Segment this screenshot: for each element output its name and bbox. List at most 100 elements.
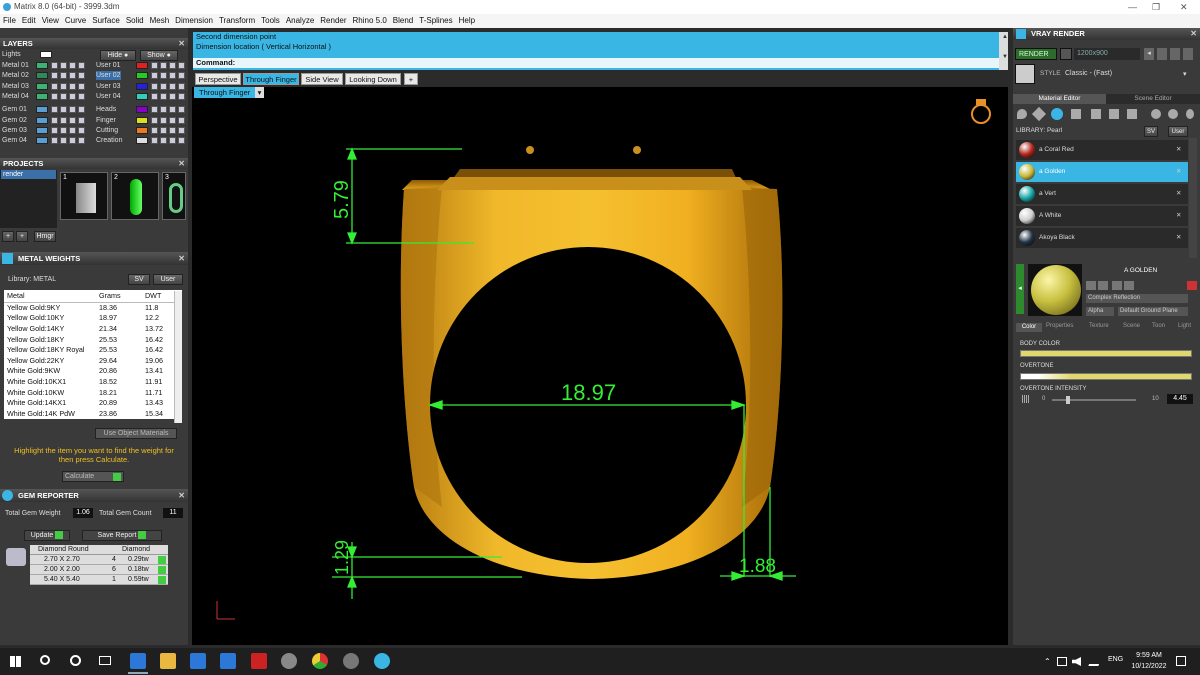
- tab-side-view[interactable]: Side View: [301, 73, 343, 85]
- tab-properties[interactable]: Properties: [1046, 323, 1073, 329]
- visibility-icon[interactable]: [169, 137, 176, 145]
- lock-icon[interactable]: [160, 116, 167, 124]
- sv-button[interactable]: SV: [1144, 126, 1158, 137]
- visibility-icon[interactable]: [78, 62, 85, 69]
- tab-material-editor[interactable]: Material Editor: [1013, 94, 1106, 104]
- camera-icon[interactable]: [1060, 48, 1072, 60]
- add-tab-button[interactable]: +: [404, 73, 418, 85]
- close-icon[interactable]: ✕: [1190, 28, 1197, 40]
- hide-button[interactable]: Hide ●: [100, 50, 136, 61]
- project-thumb-1[interactable]: 1: [60, 172, 108, 220]
- table-row[interactable]: Yellow Gold:9KY 18.36 11.8: [4, 302, 182, 313]
- visibility-icon[interactable]: [178, 92, 185, 100]
- layer-name[interactable]: Creation: [96, 136, 122, 145]
- intensity-slider[interactable]: [1052, 399, 1136, 401]
- tab-scene-editor[interactable]: Scene Editor: [1106, 94, 1200, 104]
- menu-tools[interactable]: Tools: [258, 14, 283, 28]
- lock-icon[interactable]: [60, 82, 67, 90]
- lock-icon[interactable]: [160, 72, 167, 80]
- sv-button[interactable]: SV: [128, 274, 150, 285]
- table-row[interactable]: White Gold:14K PdW 23.86 15.34: [4, 408, 182, 419]
- grid-icon[interactable]: [1183, 48, 1193, 60]
- visibility-icon[interactable]: [169, 72, 176, 80]
- lock-icon[interactable]: [51, 62, 58, 69]
- search-icon[interactable]: [40, 655, 50, 665]
- visibility-icon[interactable]: [69, 137, 76, 145]
- layer-name[interactable]: User 03: [96, 82, 121, 91]
- menu-edit[interactable]: Edit: [19, 14, 39, 28]
- tab-scene[interactable]: Scene: [1123, 323, 1140, 329]
- lock-icon[interactable]: [151, 72, 158, 80]
- close-icon[interactable]: ✕: [178, 489, 185, 502]
- app-icon[interactable]: [251, 653, 267, 669]
- visibility-icon[interactable]: [69, 62, 76, 69]
- copy-icon[interactable]: [1098, 281, 1108, 290]
- visibility-icon[interactable]: [169, 106, 176, 114]
- lock-icon[interactable]: [151, 126, 158, 134]
- material-item[interactable]: Akoya Black ✕: [1016, 228, 1188, 248]
- lock-icon[interactable]: [151, 82, 158, 90]
- menu-curve[interactable]: Curve: [62, 14, 89, 28]
- edge-icon[interactable]: [130, 653, 146, 669]
- layer-color-swatch[interactable]: [136, 82, 148, 90]
- visibility-icon[interactable]: [69, 92, 76, 100]
- visibility-icon[interactable]: [69, 116, 76, 124]
- lock-icon[interactable]: [160, 62, 167, 69]
- layer-color-swatch[interactable]: [136, 126, 148, 134]
- visibility-icon[interactable]: [169, 116, 176, 124]
- menu-rhino[interactable]: Rhino 5.0: [350, 14, 390, 28]
- layer-name[interactable]: Cutting: [96, 126, 118, 135]
- visibility-icon[interactable]: [78, 126, 85, 134]
- pearl-icon[interactable]: [1051, 108, 1063, 120]
- box-icon[interactable]: [1071, 109, 1081, 119]
- layer-name[interactable]: Gem 02: [2, 116, 27, 125]
- table-row[interactable]: Yellow Gold:22KY 29.64 19.06: [4, 355, 182, 366]
- render-button[interactable]: RENDER: [1015, 48, 1057, 60]
- task-view-icon[interactable]: [99, 656, 111, 665]
- collapse-icon[interactable]: ◂: [1016, 264, 1024, 314]
- lock-icon[interactable]: [151, 137, 158, 145]
- edit-icon[interactable]: [1086, 281, 1096, 290]
- project-thumb-3[interactable]: 3: [162, 172, 186, 220]
- layer-name[interactable]: User 04: [96, 92, 121, 101]
- chrome-icon[interactable]: [312, 653, 328, 669]
- layer-lights[interactable]: Lights: [2, 50, 21, 59]
- settings-icon[interactable]: [1170, 48, 1180, 60]
- project-item[interactable]: render: [1, 170, 56, 179]
- render-size[interactable]: 1200x900: [1074, 48, 1140, 60]
- visibility-icon[interactable]: [178, 126, 185, 134]
- save-report-button[interactable]: Save Report: [82, 530, 162, 541]
- material-item[interactable]: a Vert ✕: [1016, 184, 1188, 204]
- tab-perspective[interactable]: Perspective: [195, 73, 241, 85]
- rhino-icon[interactable]: [281, 653, 297, 669]
- close-button[interactable]: ✕: [1180, 0, 1188, 14]
- lock-icon[interactable]: [60, 137, 67, 145]
- play-icon[interactable]: [158, 566, 166, 574]
- visibility-icon[interactable]: [78, 72, 85, 80]
- undo-icon[interactable]: [1124, 281, 1134, 290]
- layer-color-swatch[interactable]: [136, 72, 148, 80]
- close-icon[interactable]: ✕: [178, 38, 185, 49]
- lock-icon[interactable]: [51, 82, 58, 90]
- column-header[interactable]: Grams: [96, 290, 142, 303]
- table-row[interactable]: Yellow Gold:18KY Royal 25.53 16.42: [4, 344, 182, 355]
- menu-solid[interactable]: Solid: [123, 14, 147, 28]
- reset-icon[interactable]: [1187, 281, 1197, 290]
- settings-gear-icon[interactable]: [343, 653, 359, 669]
- save-icon[interactable]: [1157, 48, 1167, 60]
- lock-icon[interactable]: [60, 126, 67, 134]
- table-row[interactable]: Yellow Gold:14KY 21.34 13.72: [4, 323, 182, 334]
- layer-name[interactable]: Metal 02: [2, 71, 29, 80]
- table-row[interactable]: Yellow Gold:18KY 25.53 16.42: [4, 334, 182, 345]
- show-button[interactable]: Show ●: [140, 50, 178, 61]
- visibility-icon[interactable]: [178, 116, 185, 124]
- close-icon[interactable]: ✕: [178, 158, 185, 169]
- cortana-icon[interactable]: [70, 655, 81, 666]
- lock-icon[interactable]: [160, 106, 167, 114]
- pattern-icon[interactable]: [1109, 109, 1119, 119]
- command-scrollbar[interactable]: ▲ ▼: [999, 32, 1008, 70]
- lock-icon[interactable]: [160, 137, 167, 145]
- lock-icon[interactable]: [60, 116, 67, 124]
- ring-view-icon[interactable]: [971, 99, 991, 124]
- table-row[interactable]: White Gold:10KW 18.21 11.71: [4, 387, 182, 398]
